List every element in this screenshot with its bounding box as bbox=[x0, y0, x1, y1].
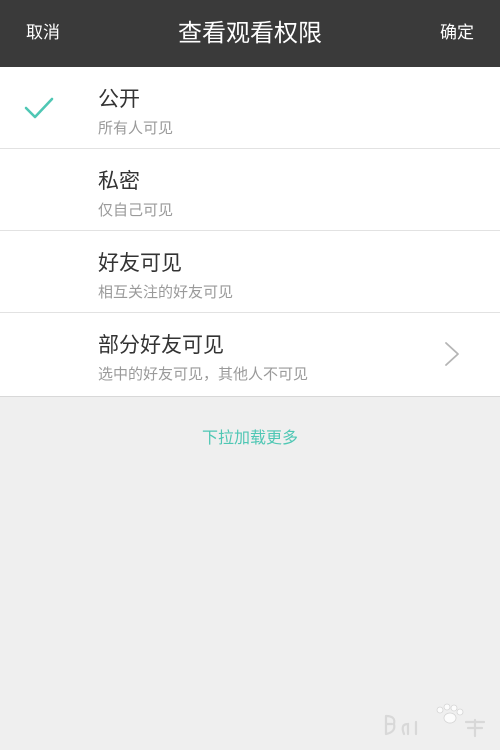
permission-page: 取消 查看观看权限 确定 公开 所有人可见 私密 仅自己可见 好友可见 相互关注… bbox=[0, 0, 500, 750]
option-description: 选中的好友可见，其他人不可见 bbox=[98, 365, 309, 383]
load-more-hint[interactable]: 下拉加载更多 bbox=[0, 424, 500, 448]
confirm-button[interactable]: 确定 bbox=[440, 0, 474, 67]
option-description: 所有人可见 bbox=[98, 119, 174, 137]
page-title: 查看观看权限 bbox=[178, 19, 322, 47]
permission-options-list: 公开 所有人可见 私密 仅自己可见 好友可见 相互关注的好友可见 部分好友可见 … bbox=[0, 67, 500, 397]
option-private[interactable]: 私密 仅自己可见 bbox=[0, 149, 500, 231]
chevron-right-icon bbox=[445, 342, 459, 366]
nav-header: 取消 查看观看权限 确定 bbox=[0, 0, 500, 67]
option-public[interactable]: 公开 所有人可见 bbox=[0, 67, 500, 149]
option-description: 仅自己可见 bbox=[98, 201, 174, 219]
option-friends[interactable]: 好友可见 相互关注的好友可见 bbox=[0, 231, 500, 313]
option-label: 好友可见 bbox=[98, 251, 182, 275]
option-description: 相互关注的好友可见 bbox=[98, 283, 234, 301]
check-icon bbox=[24, 97, 54, 119]
option-label: 私密 bbox=[98, 169, 140, 193]
option-label: 部分好友可见 bbox=[98, 333, 224, 357]
option-some-friends[interactable]: 部分好友可见 选中的好友可见，其他人不可见 bbox=[0, 313, 500, 396]
option-label: 公开 bbox=[98, 87, 140, 111]
watermark-logo-icon bbox=[384, 703, 486, 738]
